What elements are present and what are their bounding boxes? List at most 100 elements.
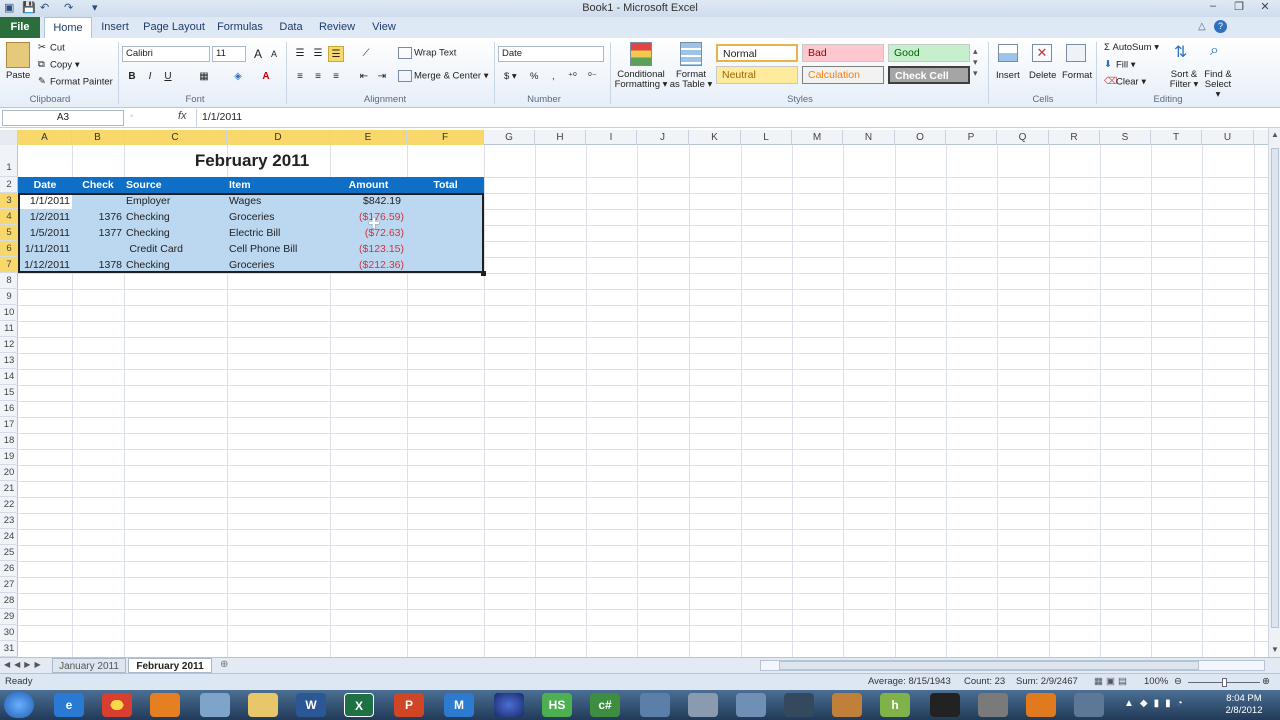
row-header[interactable]: 26 [0,561,18,577]
new-sheet-icon[interactable]: ⊕ [220,659,228,670]
close-button[interactable]: ✕ [1254,0,1276,16]
app-icon[interactable] [1074,693,1104,717]
tab-formulas[interactable]: Formulas [214,17,266,38]
align-left-icon[interactable]: ≡ [292,69,308,85]
column-header-k[interactable]: K [689,130,741,145]
column-header-d[interactable]: D [227,130,330,145]
decrease-indent-icon[interactable]: ⇤ [356,69,372,85]
cell-date[interactable]: 1/5/2011 [18,225,70,241]
decrease-decimal-icon[interactable]: ⁰⁻ [588,71,597,82]
format-button[interactable]: Format [1062,70,1092,81]
borders-icon[interactable]: ▦ [196,69,212,85]
clock-date[interactable]: 2/8/2012 [1214,705,1274,716]
copy-button[interactable]: ⧉ Copy ▾ [38,59,80,71]
zoom-in-icon[interactable]: ⊕ [1262,676,1270,687]
app-icon[interactable] [930,693,960,717]
cell-date[interactable]: 1/2/2011 [18,209,70,225]
fill-color-icon[interactable]: ◈ [230,69,246,85]
style-neutral[interactable]: Neutral [716,66,798,84]
horizontal-scrollbar[interactable] [760,660,1265,671]
paste-button[interactable]: Paste [6,70,30,81]
cell-item[interactable]: Cell Phone Bill [229,241,297,257]
eclipse-icon[interactable] [494,693,524,717]
cell-date[interactable]: 1/12/2011 [18,257,70,273]
zoom-slider-thumb[interactable] [1222,678,1227,687]
format-as-table-icon[interactable] [680,42,702,66]
formula-input[interactable]: 1/1/2011 [196,109,1276,127]
row-header[interactable]: 10 [0,305,18,321]
cell-check[interactable]: 1378 [72,257,122,273]
format-painter-button[interactable]: ✎ Format Painter [38,76,113,88]
align-top-icon[interactable]: ☰ [292,46,308,62]
format-as-table-button[interactable]: Format as Table ▾ [668,70,714,90]
tab-review[interactable]: Review [316,17,358,38]
style-good[interactable]: Good [888,44,970,62]
column-header-p[interactable]: P [946,130,997,145]
cell-item[interactable]: Wages [229,193,261,209]
row-header[interactable]: 18 [0,433,18,449]
cell-amount[interactable]: ($212.36) [330,257,404,273]
insert-button[interactable]: Insert [996,70,1020,81]
underline-button[interactable]: U [160,69,176,85]
tab-data[interactable]: Data [274,17,308,38]
increase-indent-icon[interactable]: ⇥ [374,69,390,85]
cell-date[interactable]: 1/11/2011 [18,241,70,257]
row-header[interactable]: 9 [0,289,18,305]
app-icon[interactable] [1026,693,1056,717]
tab-view[interactable]: View [366,17,402,38]
cell-check[interactable]: 1376 [72,209,122,225]
cell-date[interactable]: 1/1/2011 [18,193,70,209]
row-header[interactable]: 21 [0,481,18,497]
column-header-r[interactable]: R [1049,130,1100,145]
clock-time[interactable]: 8:04 PM [1214,693,1274,704]
sheet-title[interactable]: February 2011 [124,151,380,171]
comma-button[interactable]: , [552,71,555,82]
cell-source[interactable]: Checking [126,225,170,241]
style-normal[interactable]: Normal [716,44,798,62]
orientation-icon[interactable]: ⟋ [358,46,374,62]
column-header-l[interactable]: L [741,130,792,145]
select-all-corner[interactable] [0,130,18,145]
app-c-icon[interactable]: c# [590,693,620,717]
app-icon[interactable] [784,693,814,717]
column-header-u[interactable]: U [1202,130,1254,145]
app-icon[interactable] [978,693,1008,717]
format-cells-icon[interactable] [1066,44,1086,62]
column-header-f[interactable]: F [407,130,484,145]
align-middle-icon[interactable]: ☰ [310,46,326,62]
zoom-out-icon[interactable]: ⊖ [1174,676,1182,687]
delete-button[interactable]: Delete [1029,70,1056,81]
cell-source[interactable]: Credit Card [126,241,228,257]
conditional-formatting-icon[interactable] [630,42,652,66]
tab-page-layout[interactable]: Page Layout [142,17,206,38]
word-icon[interactable]: W [296,693,326,717]
row-header[interactable]: 14 [0,369,18,385]
row-header[interactable]: 5 [0,225,18,241]
row-header[interactable]: 3 [0,193,18,209]
help-icon[interactable]: ? [1214,20,1227,33]
cell-check[interactable] [72,193,122,209]
percent-button[interactable]: % [530,71,538,82]
app-icon[interactable] [832,693,862,717]
style-bad[interactable]: Bad [802,44,884,62]
currency-button[interactable]: $ ▾ [504,71,517,82]
app-icon[interactable] [736,693,766,717]
conditional-formatting-button[interactable]: Conditional Formatting ▾ [614,70,668,90]
cell-amount[interactable]: ($72.63) [330,225,404,241]
column-header-j[interactable]: J [637,130,689,145]
app-icon[interactable] [640,693,670,717]
row-header[interactable]: 19 [0,449,18,465]
fill-handle[interactable] [481,271,486,276]
sheet-tab-february[interactable]: February 2011 [128,658,212,673]
row-header[interactable]: 24 [0,529,18,545]
worksheet-grid[interactable]: February 2011 Date Check Source Item Amo… [18,145,1268,657]
font-name-select[interactable]: Calibri [122,46,210,62]
scroll-up-icon[interactable]: ▲ [1271,130,1279,139]
column-header-a[interactable]: A [18,130,72,145]
binoculars-icon[interactable]: ⌕ [1210,42,1219,60]
cell-item[interactable]: Groceries [229,257,275,273]
explorer-icon[interactable] [248,693,278,717]
tab-insert[interactable]: Insert [96,17,134,38]
app-m-icon[interactable]: M [444,693,474,717]
chrome-icon[interactable] [102,693,132,717]
